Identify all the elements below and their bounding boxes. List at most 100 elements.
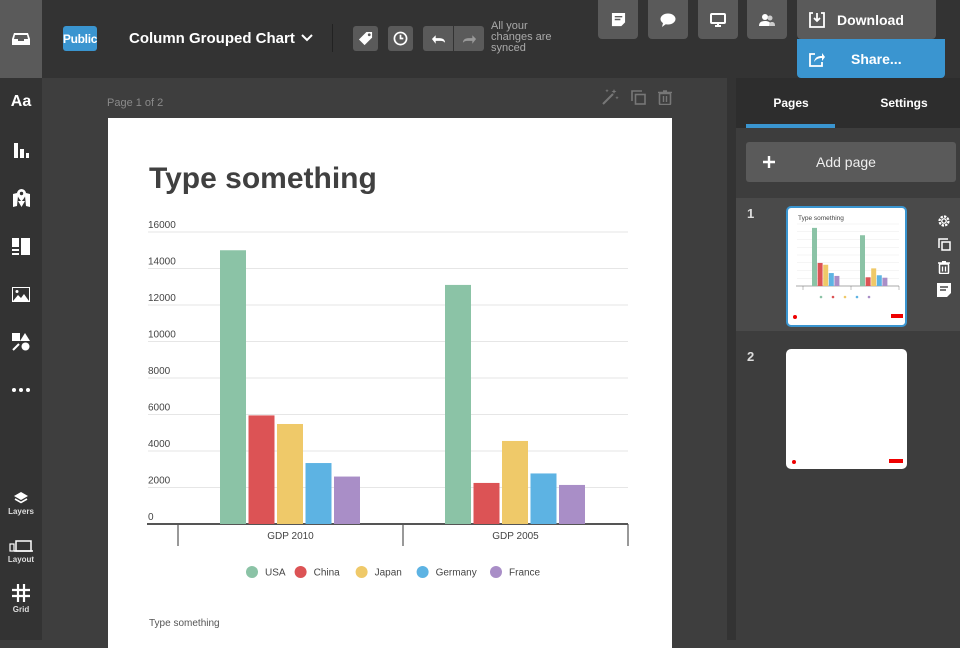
y-tick-label: 12000 (148, 293, 176, 304)
page-delete-button[interactable] (935, 258, 953, 276)
legend-label-usa: USA (265, 568, 286, 579)
page-indicator: Page 1 of 2 (107, 97, 164, 109)
page-list-item[interactable]: 2 (736, 341, 960, 474)
thumb-chart (796, 223, 900, 299)
shapes-icon (12, 333, 30, 351)
nav-grid[interactable]: Grid (0, 581, 42, 617)
comment-icon (660, 13, 676, 27)
bar-germany-0 (305, 463, 332, 524)
bar-japan-1 (871, 268, 877, 286)
page-list-item[interactable]: 1 Type something (736, 198, 960, 331)
notes-icon (937, 283, 951, 297)
share-icon (809, 52, 825, 67)
page-thumbnail[interactable] (786, 349, 907, 469)
collaborators-button[interactable] (747, 0, 787, 39)
share-button[interactable]: Share... (797, 39, 945, 78)
y-tick-label: 14000 (148, 257, 176, 268)
visibility-badge[interactable]: Public (63, 26, 97, 51)
device-icon (9, 540, 33, 552)
grid-icon (12, 584, 30, 602)
redo-button[interactable] (454, 26, 484, 51)
magic-button[interactable] (601, 88, 619, 106)
tag-icon (358, 31, 373, 46)
bar-japan-0 (823, 264, 829, 286)
nav-shapes[interactable] (0, 330, 42, 354)
duplicate-icon (937, 237, 951, 251)
right-panel: Pages Settings Add page 1 Type something… (736, 78, 960, 640)
page-thumbnail[interactable]: Type something (786, 206, 907, 327)
history-icon (393, 31, 408, 46)
document-title[interactable]: Column Grouped Chart (129, 30, 295, 47)
left-nav: Aa Layers Layout Grid (0, 78, 42, 640)
y-tick-label: 4000 (148, 439, 171, 450)
legend-marker-japan (355, 566, 368, 578)
page-notes-button[interactable] (935, 281, 953, 299)
legend-label-france: France (509, 568, 541, 579)
gear-icon (938, 215, 950, 227)
tab-pages[interactable]: Pages (736, 78, 846, 128)
nav-layers[interactable]: Layers (0, 486, 42, 522)
bar-usa-0 (220, 250, 246, 524)
page-number: 2 (747, 349, 755, 364)
redo-icon (462, 34, 476, 44)
legend-marker-usa (246, 566, 258, 578)
bar-france-1 (559, 484, 585, 524)
notes-button[interactable] (598, 0, 638, 39)
bar-france-1 (882, 277, 888, 286)
undo-icon (431, 34, 445, 44)
legend-marker-germany (855, 295, 859, 299)
tab-settings[interactable]: Settings (848, 78, 960, 128)
bar-usa-1 (445, 284, 471, 524)
footer-text[interactable]: Type something (149, 618, 220, 629)
image-icon (12, 286, 30, 302)
nav-more[interactable] (0, 378, 42, 402)
more-icon (12, 388, 30, 392)
page-number: 1 (747, 206, 755, 221)
nav-photos[interactable] (0, 282, 42, 306)
bar-france-0 (834, 275, 840, 286)
nav-charts[interactable] (0, 138, 42, 162)
text-icon: Aa (10, 93, 32, 110)
page-duplicate-button[interactable] (935, 235, 953, 253)
page-canvas[interactable]: Type something 0 2000 4000 6000 8000 10000 120… (108, 118, 672, 648)
collaborators-icon (759, 13, 775, 26)
top-bar: Public Column Grouped Chart All your cha… (0, 0, 960, 78)
present-button[interactable] (698, 0, 738, 39)
thumb-logo-dot (793, 315, 797, 319)
download-label: Download (837, 11, 904, 28)
toolbar-divider (332, 24, 333, 52)
y-tick-label: 6000 (148, 403, 171, 414)
nav-layouts[interactable] (0, 234, 42, 258)
nav-text[interactable]: Aa (0, 90, 42, 114)
bar-china-0 (248, 415, 275, 524)
history-button[interactable] (388, 26, 413, 51)
thumb-logo-dot (792, 460, 796, 464)
chevron-down-icon[interactable] (300, 30, 314, 46)
add-page-button[interactable]: Add page (746, 142, 956, 182)
delete-page-button[interactable] (656, 88, 674, 106)
nav-layout[interactable]: Layout (0, 534, 42, 570)
inbox-icon (12, 33, 30, 45)
undo-button[interactable] (423, 26, 453, 51)
nav-grid-label: Grid (12, 605, 30, 614)
duplicate-page-button[interactable] (629, 88, 647, 106)
duplicate-icon (630, 89, 646, 105)
panel-tabs: Pages Settings (736, 78, 960, 128)
bar-usa-1 (860, 235, 865, 286)
download-button[interactable]: Download (797, 0, 936, 39)
plus-icon (763, 156, 775, 168)
tag-button[interactable] (353, 26, 378, 51)
legend-marker-japan (843, 295, 847, 299)
legend-marker-france (490, 566, 502, 578)
canvas-scrollbar[interactable] (727, 78, 736, 640)
x-category-label: GDP 2005 (492, 531, 539, 542)
home-button[interactable] (0, 0, 42, 78)
nav-layers-label: Layers (8, 507, 34, 516)
comments-button[interactable] (648, 0, 688, 39)
layers-icon (14, 492, 28, 504)
page-settings-button[interactable] (935, 212, 953, 230)
grouped-column-chart[interactable]: 0 2000 4000 6000 8000 10000 12000 14000 16000 GDP… (108, 118, 672, 608)
nav-maps[interactable] (0, 186, 42, 210)
bar-china-0 (817, 262, 823, 286)
magic-wand-icon (602, 89, 619, 105)
